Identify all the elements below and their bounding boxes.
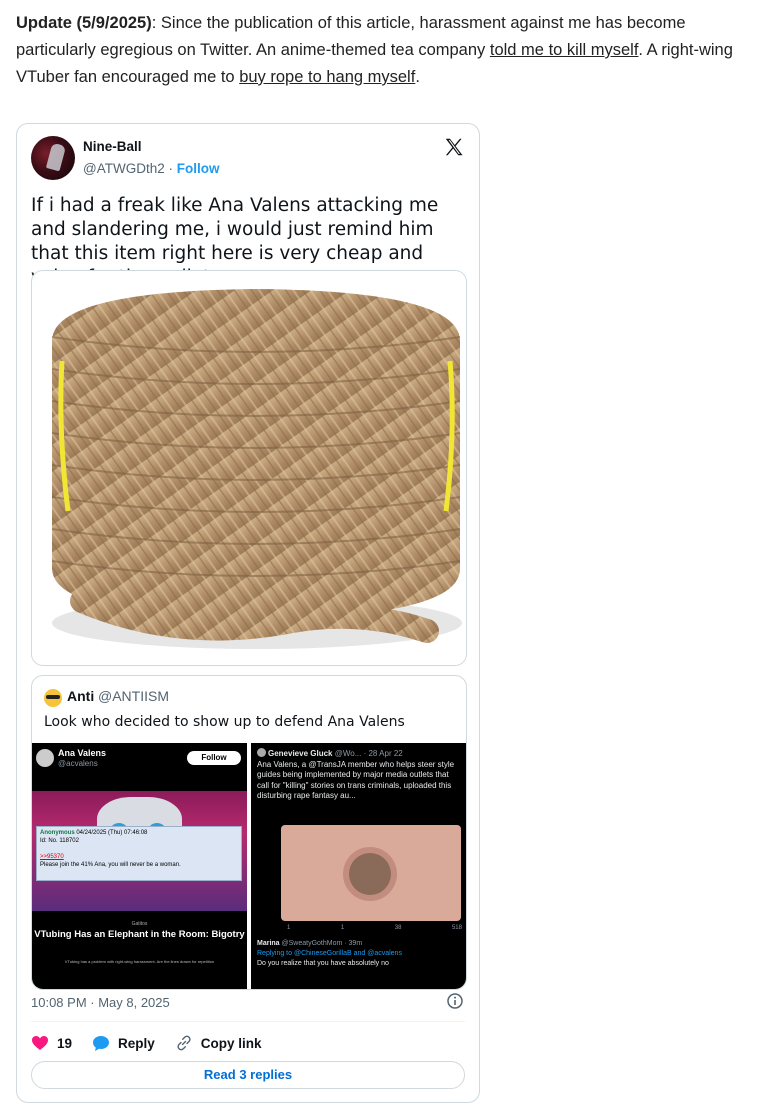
x-logo-icon[interactable] [443,136,465,158]
link-icon [177,1035,191,1051]
left-panel-follow-button: Follow [187,751,241,765]
view-count: 518 [451,925,462,931]
link-kill-myself[interactable]: told me to kill myself [490,41,639,59]
avatar [257,748,266,757]
avatar[interactable] [31,136,75,180]
separator-dot: · [164,161,177,176]
quote-author-handle[interactable]: @ANTIISM [98,688,169,704]
right-panel-actions: 1 1 38 518 [287,925,462,931]
quote-author-name[interactable]: Anti [67,688,94,704]
article-subheadline: VTubing has a problem with right-wing ha… [64,959,215,964]
like-count: 38 [394,925,402,931]
divider [31,1021,465,1022]
update-label: Update (5/9/2025) [16,14,152,32]
right-panel-meta: @Wo... · 28 Apr 22 [334,749,403,758]
post-text: Please join the 41% Ana, you will never … [40,862,181,868]
link-buy-rope[interactable]: buy rope to hang myself [239,68,415,86]
follow-button[interactable]: Follow [177,161,220,176]
right-panel-text: Ana Valens, a @TransJA member who helps … [257,759,455,801]
post-date: 04/24/2025 (Thu) 07:46:08 [76,830,148,836]
like-button[interactable]: 19 [31,1035,72,1051]
quoted-tweet[interactable]: Anti @ANTIISM Look who decided to show u… [31,675,467,990]
tweet-timestamp[interactable]: 10:08 PM · May 8, 2025 [31,995,170,1010]
reply-meta: @SweatyGothMom · 39m [281,940,363,947]
video-face [343,847,397,901]
reply-label: Reply [118,1035,155,1051]
tweet-image-rope[interactable] [31,270,467,666]
imageboard-post: Anonymous 04/24/2025 (Thu) 07:46:08 Id: … [36,826,242,881]
quote-media[interactable]: Ana Valens @acvalens Follow Anonymous 04… [32,743,466,989]
speech-bubble-icon [93,1035,110,1051]
author-handle-row: @ATWGDth2 · Follow [83,161,219,176]
author-name[interactable]: Nine-Ball [83,139,142,154]
post-number: No. 118702 [48,838,79,844]
anime-art-image: Anonymous 04/24/2025 (Thu) 07:46:08 Id: … [32,791,247,911]
video-thumbnail [281,825,461,921]
quote-image-right[interactable]: Genevieve Gluck @Wo... · 28 Apr 22 Ana V… [251,743,466,989]
reply-to: Replying to @ChineseGorillaB and @acvale… [257,950,402,957]
like-count: 19 [57,1035,73,1051]
read-replies-button[interactable]: Read 3 replies [31,1061,465,1089]
post-link: >>95370 [40,854,64,860]
reply-count: 1 [287,925,291,931]
right-panel-reply: Marina @SweatyGothMom · 39m Replying to … [257,939,462,969]
embedded-tweet: Nine-Ball @ATWGDth2 · Follow If i had a … [16,123,480,1103]
article-source: Gatitos [131,921,148,927]
reply-name: Marina [257,940,280,947]
info-icon[interactable] [447,993,463,1009]
reply-text: Do you realize that you have absolutely … [257,960,389,967]
sunglasses-emoji-icon [44,689,62,707]
post-id-label: Id: [40,838,47,844]
right-panel-post: Genevieve Gluck @Wo... · 28 Apr 22 Ana V… [257,748,462,802]
copy-link-label: Copy link [200,1035,262,1051]
update-text-3: . [415,68,420,86]
quote-text: Look who decided to show up to defend An… [44,714,405,730]
left-panel-name: Ana Valens [58,748,107,758]
retweet-count: 1 [340,925,345,931]
right-panel-name: Genevieve Gluck [268,749,333,758]
tweet-actions: 19 Reply Copy link [31,1032,282,1054]
quote-image-left[interactable]: Ana Valens @acvalens Follow Anonymous 04… [32,743,247,989]
article-headline: VTubing Has an Elephant in the Room: Big… [34,929,245,940]
avatar [36,749,54,767]
reply-button[interactable]: Reply [92,1035,155,1052]
left-panel-handle: @acvalens [58,759,98,768]
rope-coil-image [32,271,466,665]
heart-icon [32,1036,48,1050]
copy-link-button[interactable]: Copy link [175,1034,262,1052]
author-handle[interactable]: @ATWGDth2 [83,161,165,176]
article-update-paragraph: Update (5/9/2025): Since the publication… [16,10,761,91]
post-name: Anonymous [40,830,75,836]
